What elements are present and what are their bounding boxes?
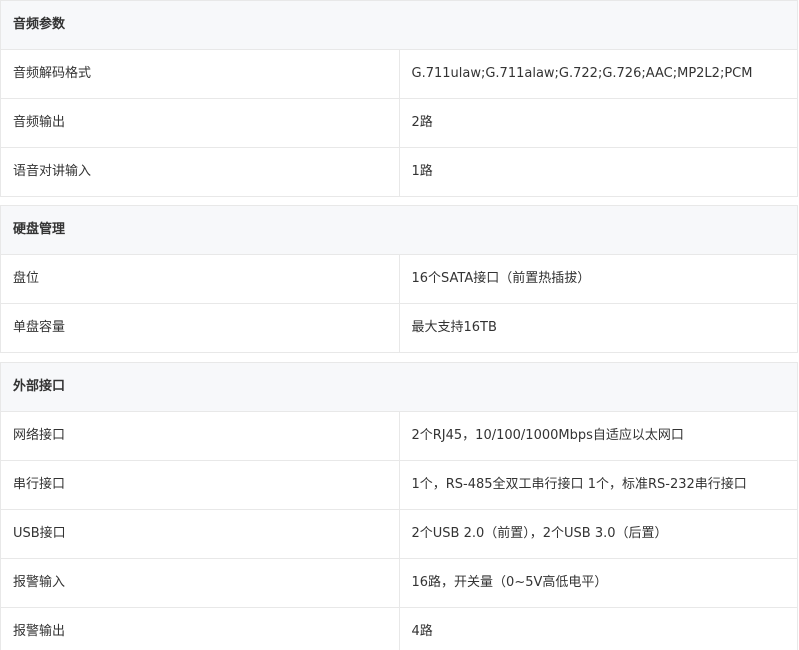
- spec-label: 报警输入: [0, 558, 400, 608]
- spec-value: 4路: [398, 607, 798, 650]
- spec-row: 网络接口 2个RJ45，10/100/1000Mbps自适应以太网口: [0, 411, 798, 461]
- spec-row: 盘位 16个SATA接口（前置热插拔）: [0, 254, 798, 304]
- section-title: 硬盘管理: [0, 205, 798, 255]
- spec-row: 报警输入 16路，开关量（0~5V高低电平）: [0, 558, 798, 608]
- spec-row: 音频解码格式 G.711ulaw;G.711alaw;G.722;G.726;A…: [0, 49, 798, 99]
- spec-label: 音频输出: [0, 98, 400, 148]
- section-title: 音频参数: [0, 0, 798, 50]
- spec-label: 盘位: [0, 254, 400, 304]
- spec-label: 语音对讲输入: [0, 147, 400, 197]
- section-title: 外部接口: [0, 362, 798, 412]
- spec-value: 1个，RS-485全双工串行接口 1个，标准RS-232串行接口: [398, 460, 798, 510]
- spec-value: 16个SATA接口（前置热插拔）: [398, 254, 798, 304]
- spec-value: 2路: [398, 98, 798, 148]
- spec-label: 串行接口: [0, 460, 400, 510]
- spec-value: 2个USB 2.0（前置），2个USB 3.0（后置）: [398, 509, 798, 559]
- spec-label: 网络接口: [0, 411, 400, 461]
- spec-value: 16路，开关量（0~5V高低电平）: [398, 558, 798, 608]
- spec-label: 音频解码格式: [0, 49, 400, 99]
- spec-row: 报警输出 4路: [0, 607, 798, 650]
- section-header: 外部接口: [0, 362, 798, 412]
- section-external: 外部接口 网络接口 2个RJ45，10/100/1000Mbps自适应以太网口 …: [0, 362, 798, 650]
- section-header: 音频参数: [0, 0, 798, 50]
- spec-value: 最大支持16TB: [398, 303, 798, 353]
- section-audio: 音频参数 音频解码格式 G.711ulaw;G.711alaw;G.722;G.…: [0, 0, 798, 197]
- spec-label: USB接口: [0, 509, 400, 559]
- spec-label: 单盘容量: [0, 303, 400, 353]
- section-disk: 硬盘管理 盘位 16个SATA接口（前置热插拔） 单盘容量 最大支持16TB: [0, 205, 798, 353]
- spec-row: USB接口 2个USB 2.0（前置），2个USB 3.0（后置）: [0, 509, 798, 559]
- spec-value: 2个RJ45，10/100/1000Mbps自适应以太网口: [398, 411, 798, 461]
- section-header: 硬盘管理: [0, 205, 798, 255]
- spec-row: 串行接口 1个，RS-485全双工串行接口 1个，标准RS-232串行接口: [0, 460, 798, 510]
- spec-row: 单盘容量 最大支持16TB: [0, 303, 798, 353]
- spec-document: 音频参数 音频解码格式 G.711ulaw;G.711alaw;G.722;G.…: [0, 0, 799, 650]
- spec-value: 1路: [398, 147, 798, 197]
- spec-label: 报警输出: [0, 607, 400, 650]
- spec-row: 音频输出 2路: [0, 98, 798, 148]
- spec-value: G.711ulaw;G.711alaw;G.722;G.726;AAC;MP2L…: [398, 49, 798, 99]
- spec-row: 语音对讲输入 1路: [0, 147, 798, 197]
